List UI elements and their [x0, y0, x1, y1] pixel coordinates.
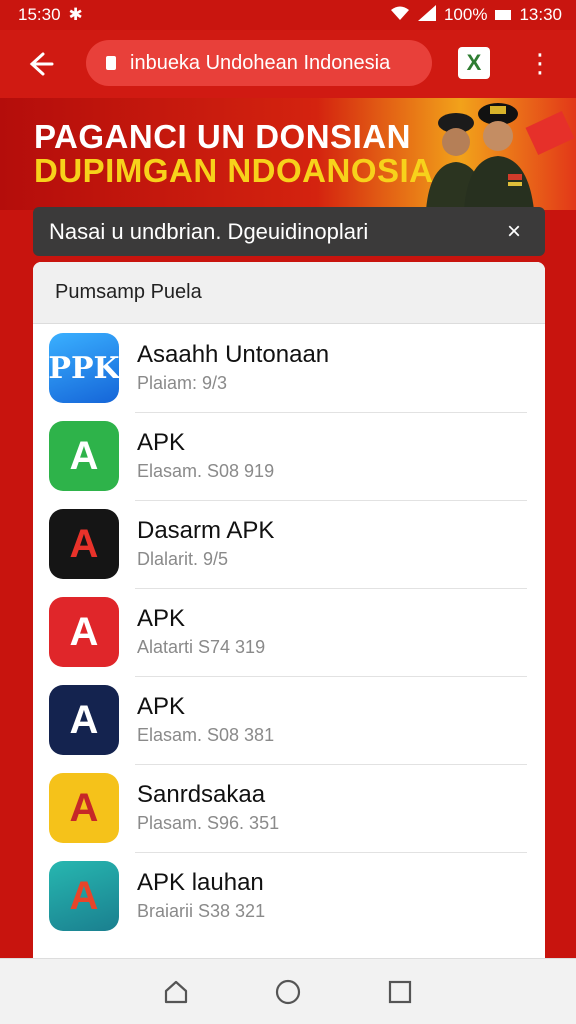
overflow-menu-icon[interactable]: ⋮ — [522, 40, 558, 86]
app-subtitle: Alatarti S74 319 — [137, 637, 266, 657]
list-item[interactable]: PPK Asaahh Untonaan Plaiam: 9/3 — [33, 324, 545, 412]
apk-red-icon: A — [49, 597, 119, 667]
app-name: APK — [137, 429, 186, 456]
banner-subtitle: DUPIMGAN NDOANOSIA — [34, 152, 434, 189]
circle-nav-button[interactable] — [268, 972, 308, 1012]
home-nav-button[interactable] — [156, 972, 196, 1012]
notification-icon: ✱ — [68, 5, 83, 24]
back-button[interactable] — [16, 39, 66, 89]
app-name: Dasarm APK — [137, 517, 275, 544]
apk-black-icon: A — [49, 509, 119, 579]
list-item[interactable]: A Sanrdsakaa Plasam. S96. 351 — [33, 764, 545, 852]
apk-green-icon: A — [49, 421, 119, 491]
app-subtitle: Dlalarit. 9/5 — [137, 549, 229, 569]
back-arrow-icon — [29, 52, 54, 76]
banner-title: PAGANCI UN DONSIAN — [34, 118, 411, 155]
apk-teal-icon: A — [49, 861, 119, 931]
list-item[interactable]: A APK Elasam. S08 919 — [33, 412, 545, 500]
circle-icon — [275, 979, 301, 1004]
url-text: inbueka Undohean Indonesia — [130, 51, 391, 74]
recents-nav-button[interactable] — [380, 972, 420, 1012]
app-subtitle: Braiarii S38 321 — [137, 901, 266, 921]
app-name: APK — [137, 605, 186, 632]
url-bar[interactable]: inbueka Undohean Indonesia — [86, 40, 432, 86]
home-icon — [164, 980, 188, 1003]
list-item[interactable]: A Dasarm APK Dlalarit. 9/5 — [33, 500, 545, 588]
notification-toast: Nasai u undbrian. Dgeuidinoplari × — [33, 207, 545, 256]
toast-message: Nasai u undbrian. Dgeuidinoplari — [49, 218, 369, 244]
battery-percent: 100% — [443, 5, 488, 24]
app-subtitle: Elasam. S08 381 — [137, 725, 275, 745]
browser-toolbar: inbueka Undohean Indonesia X ⋮ — [0, 30, 576, 98]
square-icon — [388, 980, 412, 1003]
ad-banner[interactable]: PAGANCI UN DONSIAN DUPIMGAN NDOANOSIA — [0, 98, 576, 210]
list-item[interactable]: A APK lauhan Braiarii S38 321 — [33, 852, 545, 940]
system-navbar — [0, 958, 576, 1024]
signal-icon — [417, 4, 436, 26]
status-bar: 15:30 ✱ 100% 13:30 — [0, 0, 576, 30]
close-icon[interactable]: × — [499, 218, 529, 246]
app-list-card: Pumsamp Puela PPK Asaahh Untonaan Plaiam… — [33, 262, 545, 962]
app-name: Sanrdsakaa — [137, 781, 266, 808]
status-time-right: 13:30 — [519, 5, 562, 24]
list-item[interactable]: A APK Alatarti S74 319 — [33, 588, 545, 676]
app-subtitle: Elasam. S08 919 — [137, 461, 275, 481]
list-header: Pumsamp Puela — [33, 262, 545, 324]
list-item[interactable]: A APK Elasam. S08 381 — [33, 676, 545, 764]
status-time: 15:30 — [18, 5, 61, 24]
app-name: APK — [137, 693, 186, 720]
app-subtitle: Plaiam: 9/3 — [137, 373, 228, 393]
app-name: Asaahh Untonaan — [137, 341, 330, 368]
ppk-icon: PPK — [48, 333, 120, 403]
tab-switcher-button[interactable]: X — [458, 47, 490, 79]
app-subtitle: Plasam. S96. 351 — [137, 813, 280, 833]
apk-yellow-icon: A — [49, 773, 119, 843]
battery-icon — [495, 10, 512, 20]
lock-icon — [106, 56, 116, 70]
apk-navy-icon: A — [49, 685, 119, 755]
wifi-icon — [390, 5, 410, 26]
app-name: APK lauhan — [137, 869, 264, 896]
soldiers-image — [426, 103, 575, 210]
